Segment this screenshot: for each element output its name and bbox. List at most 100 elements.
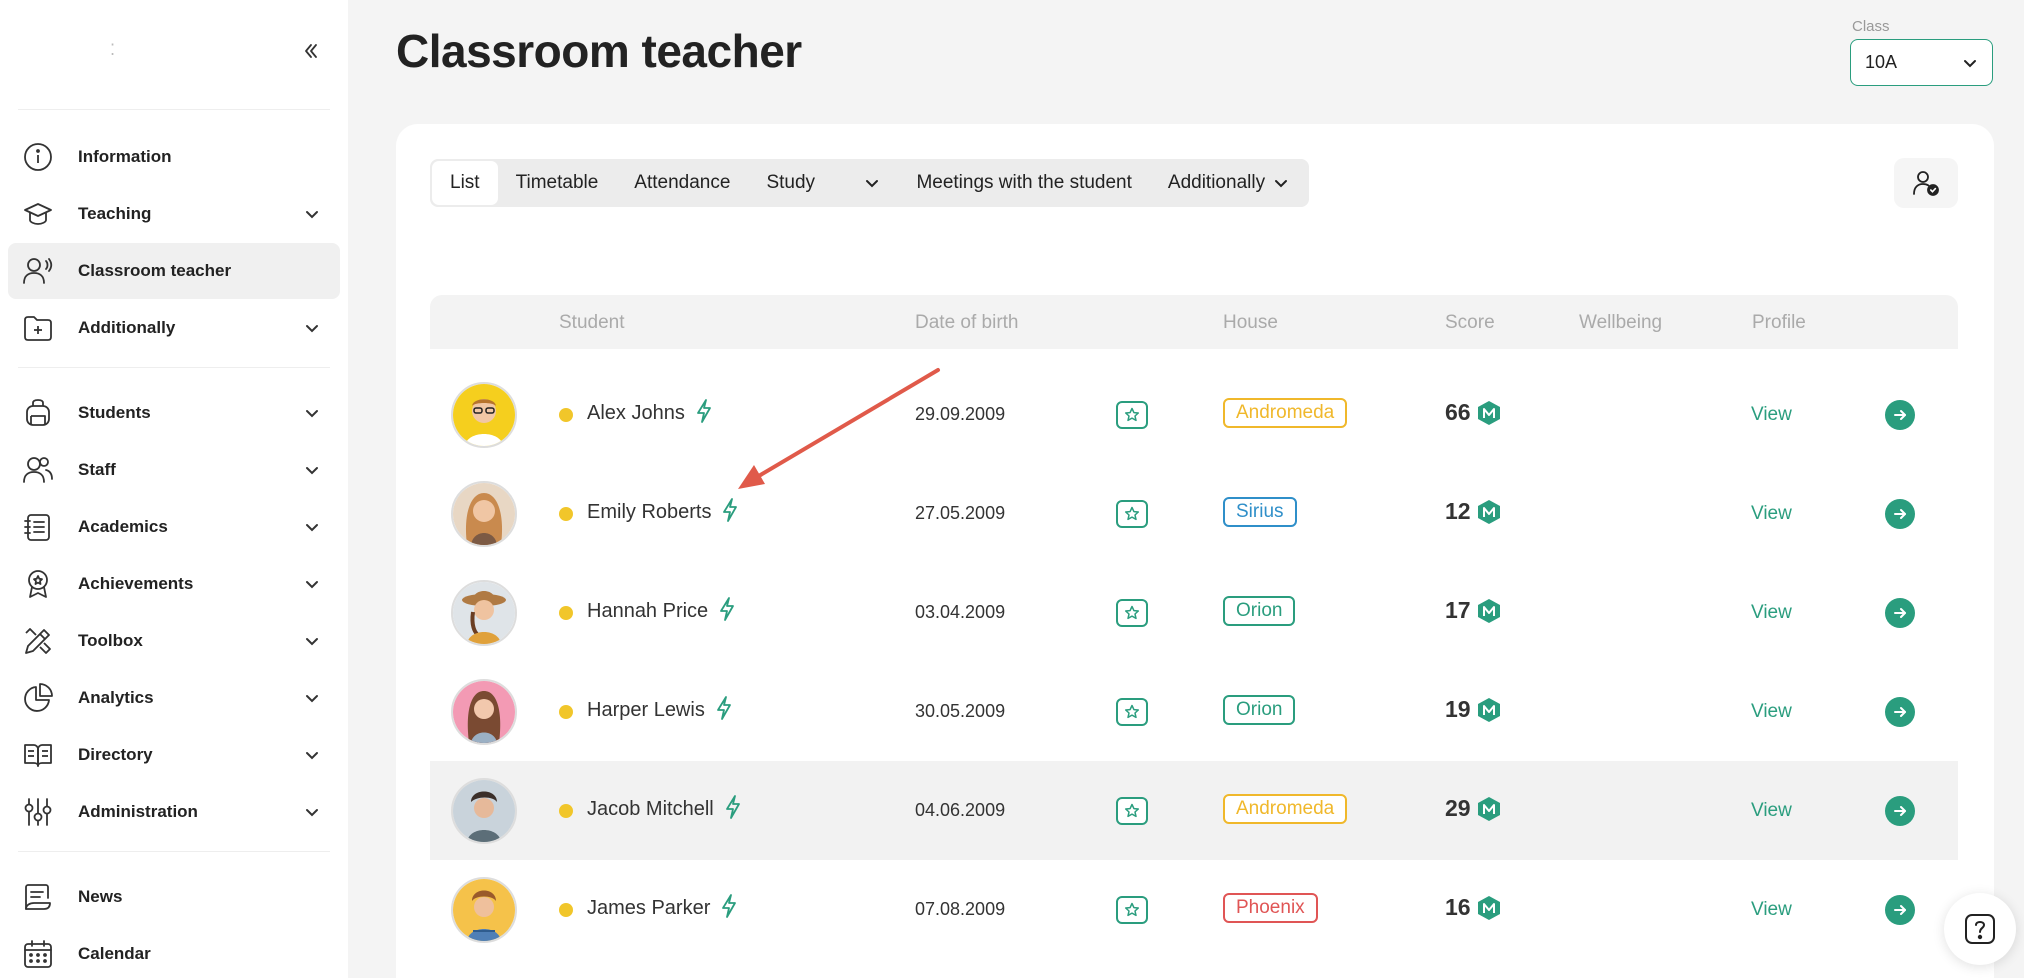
help-button[interactable] — [1944, 893, 2016, 965]
student-name-wrap: James Parker — [587, 893, 738, 920]
open-profile-button[interactable] — [1885, 895, 1915, 925]
column-header-house[interactable]: House — [1223, 312, 1278, 334]
favorite-star-button[interactable] — [1116, 698, 1148, 726]
status-dot — [559, 804, 573, 818]
column-header-date-of-birth[interactable]: Date of birth — [915, 312, 1019, 334]
student-name[interactable]: Emily Roberts — [587, 501, 711, 523]
user-check-button[interactable] — [1894, 158, 1958, 208]
column-header-profile[interactable]: Profile — [1752, 312, 1806, 334]
avatar — [451, 778, 517, 844]
tab-list[interactable]: List — [432, 161, 498, 205]
sidebar-item-additionally[interactable]: Additionally — [8, 300, 340, 356]
house-badge: Andromeda — [1223, 398, 1348, 428]
sidebar-item-label: Additionally — [78, 318, 176, 337]
column-header-student[interactable]: Student — [559, 312, 625, 334]
merit-badge-icon — [1477, 598, 1500, 623]
sidebar-item-analytics[interactable]: Analytics — [8, 670, 340, 726]
view-profile-link[interactable]: View — [1751, 899, 1792, 921]
sidebar-item-teaching[interactable]: Teaching — [8, 186, 340, 242]
lightning-icon[interactable] — [715, 695, 733, 721]
tab-meetings-with-the-student[interactable]: Meetings with the student — [898, 161, 1149, 205]
column-header-score[interactable]: Score — [1445, 312, 1495, 334]
tab-study[interactable]: Study — [748, 161, 898, 205]
avatar — [451, 580, 517, 646]
view-profile-link[interactable]: View — [1751, 602, 1792, 624]
open-profile-button[interactable] — [1885, 796, 1915, 826]
table-row[interactable]: Emily Roberts 27.05.2009 Sirius 12 View — [430, 464, 1958, 563]
table-row[interactable]: Hannah Price 03.04.2009 Orion 17 View — [430, 563, 1958, 662]
tab-attendance[interactable]: Attendance — [616, 161, 748, 205]
student-name-wrap: Alex Johns — [587, 398, 713, 425]
table-row[interactable]: Alex Johns 29.09.2009 Andromeda 66 View — [430, 365, 1958, 464]
score-value: 66 — [1445, 399, 1471, 425]
arrow-right-icon — [1894, 410, 1906, 420]
sidebar-item-achievements[interactable]: Achievements — [8, 556, 340, 612]
house-badge: Andromeda — [1223, 794, 1348, 824]
sidebar-item-news[interactable]: News — [8, 869, 340, 925]
open-profile-button[interactable] — [1885, 499, 1915, 529]
open-profile-button[interactable] — [1885, 697, 1915, 727]
tab-timetable[interactable]: Timetable — [498, 161, 617, 205]
table-row[interactable]: Harper Lewis 30.05.2009 Orion 19 View — [430, 662, 1958, 761]
view-profile-link[interactable]: View — [1751, 701, 1792, 723]
tab-additionally[interactable]: Additionally — [1150, 161, 1307, 205]
tab-label: Study — [766, 172, 816, 193]
table-row[interactable]: Jacob Mitchell 04.06.2009 Andromeda 29 V… — [430, 761, 1958, 860]
sidebar-item-students[interactable]: Students — [8, 385, 340, 441]
sidebar-item-information[interactable]: Information — [8, 129, 340, 185]
student-name[interactable]: Alex Johns — [587, 402, 685, 424]
lightning-icon[interactable] — [724, 794, 742, 820]
open-profile-button[interactable] — [1885, 598, 1915, 628]
view-profile-link[interactable]: View — [1751, 404, 1792, 426]
sidebar-item-directory[interactable]: Directory — [8, 727, 340, 783]
arrow-right-icon — [1894, 806, 1906, 816]
favorite-star-button[interactable] — [1116, 896, 1148, 924]
lightning-icon[interactable] — [720, 893, 738, 919]
status-dot — [559, 606, 573, 620]
lightning-icon[interactable] — [721, 497, 739, 523]
class-select[interactable]: 10A — [1850, 39, 1993, 86]
lightning-icon[interactable] — [718, 596, 736, 622]
sidebar-item-label: Students — [78, 403, 151, 422]
open-profile-button[interactable] — [1885, 400, 1915, 430]
sidebar-item-calendar[interactable]: Calendar — [8, 926, 340, 978]
book-open-icon — [20, 737, 56, 773]
chevron-down-icon — [864, 175, 880, 191]
sidebar-item-toolbox[interactable]: Toolbox — [8, 613, 340, 669]
table-row[interactable]: James Parker 07.08.2009 Phoenix 16 View — [430, 860, 1958, 959]
sidebar-item-academics[interactable]: Academics — [8, 499, 340, 555]
lightning-icon[interactable] — [695, 398, 713, 424]
view-profile-link[interactable]: View — [1751, 503, 1792, 525]
merit-badge-icon — [1477, 697, 1500, 722]
star-icon — [1124, 407, 1140, 422]
collapse-sidebar-button[interactable] — [296, 36, 326, 66]
sidebar-item-label: News — [78, 887, 123, 906]
date-of-birth: 03.04.2009 — [915, 602, 1006, 622]
award-icon — [20, 566, 56, 602]
sidebar-item-staff[interactable]: Staff — [8, 442, 340, 498]
sidebar-item-label: Directory — [78, 745, 153, 764]
notebook-icon — [20, 509, 56, 545]
student-name[interactable]: Jacob Mitchell — [587, 798, 714, 820]
news-icon — [20, 879, 56, 915]
favorite-star-button[interactable] — [1116, 401, 1148, 429]
student-name-wrap: Harper Lewis — [587, 695, 733, 722]
double-chevron-left-icon — [305, 44, 317, 58]
student-name[interactable]: Hannah Price — [587, 600, 708, 622]
arrow-right-icon — [1894, 707, 1906, 717]
favorite-star-button[interactable] — [1116, 500, 1148, 528]
avatar — [451, 679, 517, 745]
sidebar-item-administration[interactable]: Administration — [8, 784, 340, 840]
score-value: 29 — [1445, 795, 1471, 821]
users-icon — [20, 452, 56, 488]
sidebar-item-classroom-teacher[interactable]: Classroom teacher — [8, 243, 340, 299]
score-value: 19 — [1445, 696, 1471, 722]
favorite-star-button[interactable] — [1116, 797, 1148, 825]
view-profile-link[interactable]: View — [1751, 800, 1792, 822]
sidebar-item-label: Achievements — [78, 574, 194, 593]
user-check-icon — [1913, 171, 1939, 196]
favorite-star-button[interactable] — [1116, 599, 1148, 627]
student-name[interactable]: Harper Lewis — [587, 699, 705, 721]
student-name[interactable]: James Parker — [587, 897, 710, 919]
column-header-wellbeing[interactable]: Wellbeing — [1579, 312, 1662, 334]
